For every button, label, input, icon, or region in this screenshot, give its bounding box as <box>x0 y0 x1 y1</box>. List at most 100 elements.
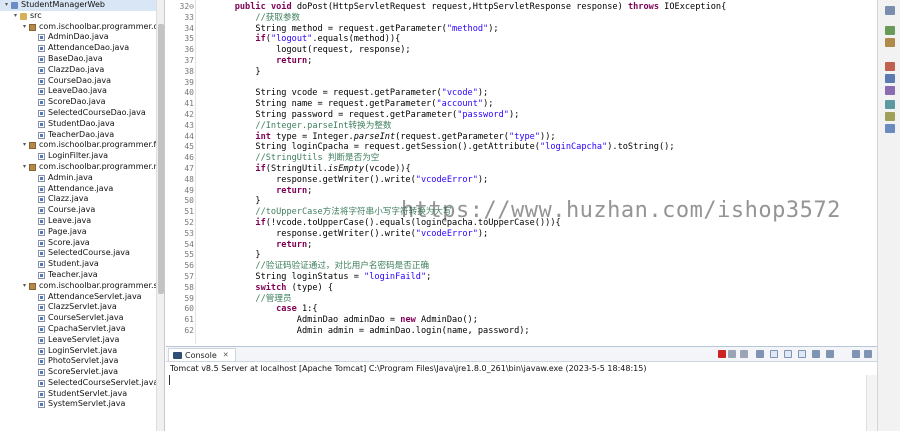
tree-scrollbar[interactable] <box>156 0 164 431</box>
code-line[interactable]: 35 if("logout".equals(method)){ <box>166 34 866 45</box>
expand-arrow-icon[interactable]: ▾ <box>21 281 28 292</box>
open-console-icon[interactable] <box>826 350 834 358</box>
expand-arrow-icon[interactable]: ▾ <box>21 162 28 173</box>
expand-arrow-icon[interactable]: ▾ <box>12 11 19 22</box>
code-line[interactable]: 42 String password = request.getParamete… <box>166 110 866 121</box>
restore-icon[interactable] <box>885 6 895 15</box>
pin-console-icon[interactable] <box>798 350 806 358</box>
code-line[interactable]: 37 return; <box>166 56 866 67</box>
code-line[interactable]: 46 //StringUtils 判断是否为空 <box>166 153 866 164</box>
tree-item-folder[interactable]: ▾ src <box>0 11 156 22</box>
remove-all-icon[interactable] <box>740 350 748 358</box>
code-line[interactable]: 47 if(StringUtil.isEmpty(vcode)){ <box>166 164 866 175</box>
tree-item-file[interactable]: SelectedCourse.java <box>0 248 156 259</box>
expand-arrow-icon[interactable]: ▾ <box>21 22 28 33</box>
tree-item-file[interactable]: Teacher.java <box>0 270 156 281</box>
code-line[interactable]: 61 AdminDao adminDao = new AdminDao(); <box>166 315 866 326</box>
tree-scrollbar-thumb[interactable] <box>158 24 164 294</box>
tree-item-file[interactable]: StudentServlet.java <box>0 389 156 400</box>
code-line[interactable]: 38 } <box>166 67 866 78</box>
code-line[interactable]: 32⊖ public void doPost(HttpServletReques… <box>166 2 866 13</box>
tree-item-file[interactable]: SelectedCourseServlet.java <box>0 378 158 389</box>
tree-item-file[interactable]: ClazzDao.java <box>0 65 156 76</box>
code-line[interactable]: 48 response.getWriter().write("vcodeErro… <box>166 175 866 186</box>
tree-item-package[interactable]: ▾ com.ischoolbar.programmer.filter <box>0 140 164 151</box>
code-line[interactable]: 33 //获取参数 <box>166 13 866 24</box>
tree-item-file[interactable]: Leave.java <box>0 216 156 227</box>
tree-item-file[interactable]: ClazzServlet.java <box>0 302 156 313</box>
terminate-icon[interactable] <box>718 350 726 358</box>
tree-item-file[interactable]: CourseServlet.java <box>0 313 156 324</box>
code-line[interactable]: 34 String method = request.getParameter(… <box>166 24 866 35</box>
console-scrollbar[interactable] <box>866 375 877 431</box>
minimize-icon[interactable] <box>852 350 860 358</box>
tab-console[interactable]: Console ✕ <box>168 348 236 361</box>
code-line[interactable]: 44 int type = Integer.parseInt(request.g… <box>166 132 866 143</box>
search-icon[interactable] <box>885 100 895 109</box>
code-line[interactable]: 62 Admin admin = adminDao.login(name, pa… <box>166 326 866 337</box>
code-line[interactable]: 53 response.getWriter().write("vcodeErro… <box>166 229 866 240</box>
tree-item-file[interactable]: Student.java <box>0 259 156 270</box>
tree-item-file[interactable]: AdminDao.java <box>0 32 156 43</box>
code-line[interactable]: 60 case 1:{ <box>166 304 866 315</box>
outline-icon[interactable] <box>885 26 895 35</box>
tree-item-file[interactable]: SelectedCourseDao.java <box>0 108 156 119</box>
tree-item-file[interactable]: Clazz.java <box>0 194 156 205</box>
tree-item-file[interactable]: BaseDao.java <box>0 54 156 65</box>
tree-item-project[interactable]: ▾ StudentManagerWeb <box>0 0 156 11</box>
tree-item-file[interactable]: LeaveDao.java <box>0 86 156 97</box>
code-line[interactable]: 55 } <box>166 250 866 261</box>
declaration-icon[interactable] <box>885 86 895 95</box>
code-line[interactable]: 59 //管理员 <box>166 294 866 305</box>
expand-arrow-icon[interactable]: ▾ <box>3 0 10 11</box>
clear-console-icon[interactable] <box>756 350 764 358</box>
tree-item-file[interactable]: PhotoServlet.java <box>0 356 156 367</box>
tree-item-file[interactable]: SystemServlet.java <box>0 399 156 410</box>
servers-icon[interactable] <box>885 124 895 133</box>
display-selected-icon[interactable] <box>812 350 820 358</box>
maximize-icon[interactable] <box>864 350 872 358</box>
code-line[interactable]: 49 return; <box>166 186 866 197</box>
tree-item-file[interactable]: CpachaServlet.java <box>0 324 156 335</box>
code-line[interactable]: 40 String vcode = request.getParameter("… <box>166 88 866 99</box>
word-wrap-icon[interactable] <box>784 350 792 358</box>
tree-item-file[interactable]: Page.java <box>0 227 156 238</box>
remove-launch-icon[interactable] <box>728 350 736 358</box>
tree-item-file[interactable]: Admin.java <box>0 173 156 184</box>
console-output[interactable] <box>166 375 877 431</box>
tree-item-file[interactable]: LoginServlet.java <box>0 346 156 357</box>
code-line[interactable]: 58 switch (type) { <box>166 283 866 294</box>
tree-item-file[interactable]: ScoreServlet.java <box>0 367 156 378</box>
code-line[interactable]: 45 String loginCpacha = request.getSessi… <box>166 142 866 153</box>
tree-item-file[interactable]: StudentDao.java <box>0 119 156 130</box>
expand-arrow-icon[interactable]: ▾ <box>21 140 28 151</box>
tree-item-file[interactable]: ScoreDao.java <box>0 97 156 108</box>
tree-item-file[interactable]: TeacherDao.java <box>0 130 156 141</box>
code-line[interactable]: 43 //Integer.parseInt转换为整数 <box>166 121 866 132</box>
tree-item-file[interactable]: LeaveServlet.java <box>0 335 156 346</box>
code-line[interactable]: 36 logout(request, response); <box>166 45 866 56</box>
tree-item-file[interactable]: LoginFilter.java <box>0 151 156 162</box>
code-line[interactable]: 54 return; <box>166 240 866 251</box>
code-line[interactable]: 56 //验证码验证通过，对比用户名密码是否正确 <box>166 261 866 272</box>
tree-item-package[interactable]: ▾ com.ischoolbar.programmer.dao <box>0 22 164 33</box>
task-list-icon[interactable] <box>885 38 895 47</box>
code-line[interactable]: 41 String name = request.getParameter("a… <box>166 99 866 110</box>
tree-item-file[interactable]: Score.java <box>0 238 156 249</box>
progress-icon[interactable] <box>885 112 895 121</box>
code-line[interactable]: 39 <box>166 78 866 89</box>
tree-item-file[interactable]: AttendanceDao.java <box>0 43 156 54</box>
tree-item-file[interactable]: CourseDao.java <box>0 76 156 87</box>
scroll-lock-icon[interactable] <box>770 350 778 358</box>
tree-item-file[interactable]: AttendanceServlet.java <box>0 292 156 303</box>
line-number: 54 <box>184 239 194 249</box>
close-icon[interactable]: ✕ <box>223 351 229 359</box>
tree-item-package[interactable]: ▾ com.ischoolbar.programmer.servlet <box>0 281 164 292</box>
javadoc-icon[interactable] <box>885 74 895 83</box>
tree-item-package[interactable]: ▾ com.ischoolbar.programmer.model <box>0 162 164 173</box>
tree-item-file[interactable]: Attendance.java <box>0 184 156 195</box>
tree-item-file[interactable]: Course.java <box>0 205 156 216</box>
problems-icon[interactable] <box>885 62 895 71</box>
code-editor[interactable]: 32⊖ public void doPost(HttpServletReques… <box>166 0 882 344</box>
code-line[interactable]: 57 String loginStatus = "loginFaild"; <box>166 272 866 283</box>
